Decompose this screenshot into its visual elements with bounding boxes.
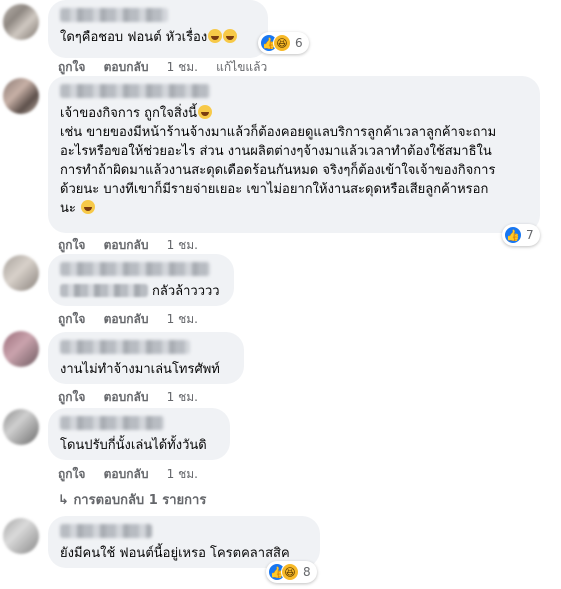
comment-text: ใดๆคือชอบ ฟอนต์ หัวเรื่อง [60,30,208,45]
comment-actions: ถูกใจ ตอบกลับ 1 ชม. [58,310,212,329]
reply-button[interactable]: ตอบกลับ [104,238,149,252]
edited-label[interactable]: แก้ไขแล้ว [216,60,267,74]
author-name-blurred[interactable] [60,340,190,354]
comment-actions: ถูกใจ ตอบกลับ 1 ชม. [58,236,212,255]
comment-actions: ถูกใจ ตอบกลับ 1 ชม. [58,388,212,407]
comment-text-line: อะไรหรือขอให้ช่วยอะไร ส่วน งานผลิตต่างๆจ… [60,144,492,159]
comment-text: กลัวล้าวววว [152,284,220,299]
comment-text-line: เจ้าของกิจการ ถูกใจสิ่งนี้ [60,106,198,121]
like-button[interactable]: ถูกใจ [58,390,85,404]
comment-text: โดนปรับกี่นั้งเล่นได้ทั้งวันดิ [60,438,207,453]
author-name-blurred[interactable] [60,262,210,276]
reply-button[interactable]: ตอบกลับ [104,312,149,326]
comment-bubble: โดนปรับกี่นั้งเล่นได้ทั้งวันดิ [48,408,230,460]
like-button[interactable]: ถูกใจ [58,60,85,74]
comment-text: ยังมีคนใช้ ฟอนต์นี้อยู่เหรอ โครตคลาสสิค [60,546,290,561]
avatar[interactable] [3,409,39,445]
comment-actions: ถูกใจ ตอบกลับ 1 ชม. [58,465,212,484]
like-button[interactable]: ถูกใจ [58,312,85,326]
timestamp[interactable]: 1 ชม. [167,238,198,252]
grinning-sweat-emoji-icon [198,105,213,119]
avatar[interactable] [3,518,39,554]
avatar[interactable] [3,78,39,114]
timestamp[interactable]: 1 ชม. [167,390,198,404]
avatar[interactable] [3,4,39,40]
reply-button[interactable]: ตอบกลับ [104,390,149,404]
like-button[interactable]: ถูกใจ [58,238,85,252]
laughing-emoji-icon [223,29,238,43]
avatar[interactable] [3,255,39,291]
blurred-mention[interactable] [60,284,148,297]
laughing-emoji-icon [208,29,223,43]
author-name-blurred[interactable] [60,84,210,98]
comment-bubble: ใดๆคือชอบ ฟอนต์ หัวเรื่อง [48,0,268,58]
comment-bubble: เจ้าของกิจการ ถูกใจสิ่งนี้ เช่น ขายของมี… [48,76,540,233]
author-name-blurred[interactable] [60,8,168,22]
reaction-count: 6 [295,36,303,50]
timestamp[interactable]: 1 ชม. [167,60,198,74]
reply-button[interactable]: ตอบกลับ [104,60,149,74]
reaction-count: 7 [526,228,534,242]
reaction-summary[interactable]: 👍 7 [502,224,540,246]
haha-icon: 😆 [281,563,299,581]
comment-text-line: การทำถ้าผิดมาแล้วงานสะดุดเดือดร้อนกันหมด… [60,163,496,178]
grinning-emoji-icon [81,200,96,214]
reaction-count: 8 [303,565,311,579]
comment-actions: ถูกใจ ตอบกลับ 1 ชม. แก้ไขแล้ว [58,58,281,77]
view-replies-link[interactable]: ↳ การตอบกลับ 1 รายการ [58,489,206,510]
comment-text-line: เช่น ขายของมีหน้าร้านจ้างมาแล้วก็ต้องคอย… [60,125,497,140]
avatar[interactable] [3,331,39,367]
timestamp[interactable]: 1 ชม. [167,312,198,326]
haha-icon: 😆 [273,34,291,52]
comment-text-line: นะ [60,201,76,216]
comment-bubble: กลัวล้าวววว [48,254,234,306]
like-icon: 👍 [504,226,522,244]
comment-text-line: ด้วยนะ บางทีเขาก็มีรายจ่ายเยอะ เขาไม่อยา… [60,182,489,197]
author-name-blurred[interactable] [60,416,164,430]
reply-arrow-icon: ↳ [58,493,69,508]
comment-text: งานไม่ทำจ้างมาเล่นโทรศัพท์ [60,362,220,377]
timestamp[interactable]: 1 ชม. [167,467,198,481]
comment-bubble: งานไม่ทำจ้างมาเล่นโทรศัพท์ [48,332,244,384]
reaction-summary[interactable]: 👍 😆 8 [266,561,317,583]
reaction-summary[interactable]: 👍 😆 6 [258,32,309,54]
reply-button[interactable]: ตอบกลับ [104,467,149,481]
author-name-blurred[interactable] [60,524,152,538]
like-button[interactable]: ถูกใจ [58,467,85,481]
